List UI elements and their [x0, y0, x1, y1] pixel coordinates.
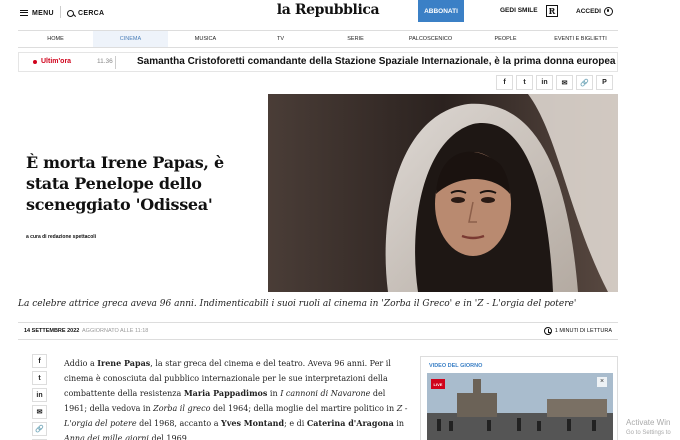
body-text-segment: Yves Montand — [221, 418, 285, 428]
nav-item-serie[interactable]: SERIE — [318, 31, 393, 47]
breaking-headline[interactable]: Samantha Cristoforetti comandante della … — [137, 56, 615, 67]
body-text-segment: del 1964; della moglie del martire polit… — [210, 404, 397, 413]
login-label: ACCEDI — [576, 8, 601, 15]
link-icon[interactable]: 🔗 — [576, 75, 593, 90]
nav-item-musica[interactable]: MUSICA — [168, 31, 243, 47]
body-text-segment: ; e di — [284, 419, 307, 428]
video-title: VIDEO DEL GIORNO — [429, 363, 483, 369]
os-watermark-line1: Activate Win — [626, 418, 671, 427]
rep-plus-icon[interactable]: R — [546, 5, 558, 17]
body-text-segment: Addio a — [64, 359, 98, 368]
menu-label: MENU — [32, 9, 54, 17]
twitter-icon[interactable]: t — [32, 371, 47, 385]
email-icon[interactable]: ✉ — [556, 75, 573, 90]
gedi-smile-link[interactable]: GEDI SMILE — [500, 7, 538, 14]
body-text-segment: Anna dei mille giorni — [64, 434, 149, 440]
video-of-the-day[interactable]: VIDEO DEL GIORNO LIVE × — [420, 356, 618, 440]
video-thumbnail[interactable]: LIVE × — [427, 373, 613, 440]
article-summary: La celebre attrice greca aveva 96 anni. … — [18, 299, 577, 309]
breaking-label: Ultim'ora — [41, 58, 72, 65]
top-header: MENU CERCA la Repubblica ABBONATI GEDI S… — [0, 0, 680, 26]
nav-item-palcoscenico[interactable]: PALCOSCENICO — [393, 31, 468, 47]
login-button[interactable]: ACCEDI — [576, 7, 613, 16]
hero-image[interactable] — [268, 94, 618, 292]
reading-time: 1 MINUTI DI LETTURA — [543, 327, 612, 335]
clock-icon — [543, 327, 552, 335]
section-nav: HOME CINEMA MUSICA TV SERIE PALCOSCENICO PEOPL… — [18, 30, 618, 48]
nav-item-eventi-e-biglietti[interactable]: EVENTI E BIGLIETTI — [543, 31, 618, 47]
subscribe-button[interactable]: ABBONATI — [418, 0, 464, 22]
article-body: Addio a Irene Papas, la star greca del c… — [64, 356, 410, 440]
menu-button[interactable]: MENU — [20, 6, 54, 20]
os-watermark-line2: Go to Settings to — [626, 430, 671, 436]
publish-date: 14 SETTEMBRE 2022 — [24, 328, 80, 334]
body-text-segment: del 1969. — [148, 434, 190, 440]
linkedin-icon[interactable]: in — [32, 388, 47, 402]
live-dot-icon — [33, 60, 37, 64]
header-divider — [60, 6, 61, 18]
twitter-icon[interactable]: t — [516, 75, 533, 90]
body-text-segment: Irene Papas — [97, 358, 151, 368]
nav-item-people[interactable]: PEOPLE — [468, 31, 543, 47]
site-logo[interactable]: la Repubblica — [268, 2, 388, 18]
article-meta-row: 14 SETTEMBRE 2022 AGGIORNATO ALLE 11:18 … — [18, 322, 618, 340]
hamburger-icon — [20, 10, 28, 16]
body-text-segment: I cannoni di Navarone — [280, 389, 371, 398]
article-byline: a cura di redazione spettacoli — [26, 234, 97, 240]
live-badge: LIVE — [431, 379, 445, 389]
video-scene — [427, 373, 613, 440]
nav-item-tv[interactable]: TV — [243, 31, 318, 47]
body-text-segment: Caterina d'Aragona — [306, 418, 394, 428]
facebook-icon[interactable]: f — [496, 75, 513, 90]
breaking-divider — [115, 56, 116, 69]
body-text-segment: del 1968, accanto a — [136, 419, 222, 428]
updated-time: AGGIORNATO ALLE 11:18 — [82, 328, 149, 334]
search-icon — [67, 9, 74, 17]
search-label: CERCA — [78, 9, 105, 17]
pinterest-icon[interactable]: P — [596, 75, 613, 90]
user-icon — [603, 7, 613, 16]
article-headline: È morta Irene Papas, è stata Penelope de… — [26, 153, 224, 214]
email-icon[interactable]: ✉ — [32, 405, 47, 419]
close-icon[interactable]: × — [597, 377, 607, 387]
facebook-icon[interactable]: f — [32, 354, 47, 368]
portrait-illustration — [268, 94, 618, 292]
body-text-segment: Zorba il greco — [153, 404, 211, 413]
body-text-segment: Maria Pappadimos — [183, 388, 268, 398]
nav-item-cinema[interactable]: CINEMA — [93, 31, 168, 47]
search-button[interactable]: CERCA — [67, 6, 104, 20]
nav-item-home[interactable]: HOME — [18, 31, 93, 47]
share-bar-top: f t in ✉ 🔗 P — [496, 75, 613, 90]
breaking-news-bar: Ultim'ora 11.36 Samantha Cristoforetti c… — [18, 52, 618, 72]
share-bar-side: ftin✉🔗P — [32, 354, 47, 440]
body-text-segment: in — [393, 419, 405, 428]
reading-time-label: 1 MINUTI DI LETTURA — [554, 328, 612, 334]
linkedin-icon[interactable]: in — [536, 75, 553, 90]
breaking-time: 11.36 — [97, 58, 113, 65]
body-text-segment: in — [267, 389, 281, 398]
link-icon[interactable]: 🔗 — [32, 422, 47, 436]
